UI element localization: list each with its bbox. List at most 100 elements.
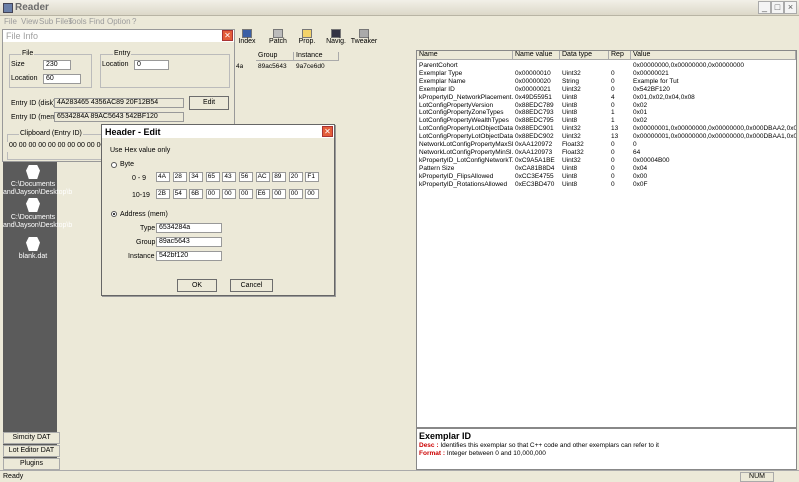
hex-byte-input[interactable]: AC bbox=[255, 172, 270, 182]
menu-find[interactable]: Find bbox=[89, 17, 105, 26]
col-rep[interactable]: Rep bbox=[609, 51, 631, 60]
table-row[interactable]: ParentCohort 0x00000000,0x00000000,0x0000… bbox=[417, 62, 796, 70]
col-data-type[interactable]: Data type bbox=[560, 51, 609, 60]
hex-byte-input[interactable]: 65 bbox=[205, 172, 220, 182]
entry-instance-cell[interactable]: 9a7ce6d0 bbox=[296, 63, 325, 70]
size-field[interactable]: 230 bbox=[43, 60, 71, 70]
hex-byte-input[interactable]: 00 bbox=[222, 189, 237, 199]
entry-type-cell[interactable]: 4a bbox=[236, 63, 243, 70]
hex-byte-input[interactable]: 2B bbox=[156, 189, 170, 199]
col-name-value[interactable]: Name value bbox=[513, 51, 560, 60]
entry-table: Group Instance 4a 89ac5643 9a7ce6d0 bbox=[236, 52, 414, 70]
address-radio[interactable] bbox=[111, 211, 117, 217]
hex-byte-input[interactable]: 00 bbox=[305, 189, 320, 199]
patch-label: Patch bbox=[269, 38, 287, 45]
entry-id-disk-field[interactable]: 4A283465 4356AC89 20F12B54 bbox=[54, 98, 184, 108]
col-name[interactable]: Name bbox=[417, 51, 513, 60]
sidebar-item-blank[interactable]: blank.dat bbox=[3, 237, 63, 261]
hex-byte-input[interactable]: 00 bbox=[205, 189, 220, 199]
hex-byte-input[interactable]: 54 bbox=[172, 189, 187, 199]
navig-button[interactable]: Navig. bbox=[324, 28, 348, 50]
menu-option[interactable]: Option bbox=[107, 17, 131, 26]
hex-byte-input[interactable]: F1 bbox=[305, 172, 320, 182]
edit-button[interactable]: Edit bbox=[189, 96, 229, 110]
table-row[interactable]: LotConfigPropertyLotObjectData 0x88EDC902… bbox=[417, 133, 796, 141]
entry-location-field[interactable]: 0 bbox=[134, 60, 169, 70]
dialog-close-button[interactable]: ✕ bbox=[322, 126, 333, 137]
hex-byte-input[interactable]: E6 bbox=[255, 189, 270, 199]
simcity-dat-button[interactable]: Simcity DAT bbox=[3, 432, 60, 444]
minimize-button[interactable]: _ bbox=[758, 1, 771, 14]
index-button[interactable]: Index bbox=[236, 28, 258, 50]
ok-button[interactable]: OK bbox=[177, 279, 217, 292]
prop-value-cell: 0x02 bbox=[633, 117, 648, 125]
table-row[interactable]: kPropertyID_FlipsAllowed 0xCC3E4755 Uint8 0… bbox=[417, 173, 796, 181]
table-row[interactable]: LotConfigPropertyWealthTypes 0x88EDC795 Ui… bbox=[417, 117, 796, 125]
table-row[interactable]: kPropertyID_NetworkPlacement... 0x49D5595… bbox=[417, 94, 796, 102]
type-label: Type bbox=[140, 225, 156, 232]
hex-byte-input[interactable]: 56 bbox=[239, 172, 253, 182]
hex-byte-input[interactable]: 89 bbox=[272, 172, 287, 182]
prop-type-cell: Uint32 bbox=[562, 85, 581, 93]
prop-rep-cell: 13 bbox=[611, 125, 619, 133]
hex-byte-input[interactable]: 4A bbox=[156, 172, 170, 182]
hex-byte-input[interactable]: 43 bbox=[222, 172, 237, 182]
hex-byte-input[interactable]: 00 bbox=[239, 189, 253, 199]
instance-input[interactable]: 542bf120 bbox=[156, 251, 222, 261]
byte-radio[interactable] bbox=[111, 162, 117, 168]
patch-button[interactable]: Patch bbox=[266, 28, 290, 50]
plugins-button[interactable]: Plugins bbox=[3, 458, 60, 470]
clipboard-field[interactable]: 00 00 00 00 00 00 00 00 00 00 bbox=[7, 142, 107, 152]
table-row[interactable]: Exemplar Name 0x00000020 String 0 Example fo… bbox=[417, 78, 796, 86]
hex-byte-input[interactable]: 28 bbox=[172, 172, 187, 182]
group-label: Group bbox=[136, 239, 156, 246]
table-row[interactable]: kPropertyID_RotationsAllowed 0xEC3BD470 Ui… bbox=[417, 181, 796, 189]
prop-rep-cell: 0 bbox=[611, 69, 615, 77]
type-input[interactable]: 6534284a bbox=[156, 223, 222, 233]
num-lock-indicator: NUM bbox=[740, 472, 774, 482]
prop-type-cell: Float32 bbox=[562, 141, 584, 148]
table-row[interactable]: NetworkLotConfigPropertyMaxSl... 0xAA1209… bbox=[417, 141, 796, 149]
col-instance[interactable]: Instance bbox=[294, 52, 339, 61]
prop-type-cell: Float32 bbox=[562, 148, 584, 156]
col-group[interactable]: Group bbox=[256, 52, 294, 61]
lot-editor-dat-button[interactable]: Lot Editor DAT bbox=[3, 445, 60, 457]
entry-id-mem-field[interactable]: 6534284A 89AC5643 542BF120 bbox=[54, 112, 184, 122]
hex-byte-input[interactable]: 00 bbox=[288, 189, 303, 199]
table-row[interactable]: LotConfigPropertyLotObjectData 0x88EDC901… bbox=[417, 125, 796, 133]
row1-label: 0 - 9 bbox=[132, 175, 147, 182]
table-row[interactable]: NetworkLotConfigPropertyMinSl... 0xAA1209… bbox=[417, 149, 796, 157]
hex-byte-input[interactable]: 20 bbox=[288, 172, 303, 182]
sidebar-item-label: C:\Documents and\Jayson\Desktop\b bbox=[3, 214, 73, 229]
col-value[interactable]: Value bbox=[631, 51, 796, 60]
entry-group-cell[interactable]: 89ac5643 bbox=[258, 63, 287, 70]
hex-byte-input[interactable]: 00 bbox=[272, 189, 287, 199]
table-row[interactable]: kPropertyID_LotConfigNetworkT... 0xC9A5A1… bbox=[417, 157, 796, 165]
prop-name-cell: Exemplar Type bbox=[419, 69, 463, 77]
menu-tools[interactable]: Tools bbox=[68, 17, 87, 26]
prop-id-cell: 0x88EDC901 bbox=[515, 125, 554, 133]
prop-button[interactable]: Prop. bbox=[296, 28, 318, 50]
file-location-field[interactable]: 60 bbox=[43, 74, 81, 84]
file-info-close-button[interactable]: ✕ bbox=[222, 30, 233, 41]
byte-label: Byte bbox=[120, 161, 135, 168]
sidebar-item-file1[interactable]: C:\Documents and\Jayson\Desktop\b bbox=[3, 165, 72, 197]
table-row[interactable]: Pattern Size 0xCA81B8D4 Uint8 0 0x04 bbox=[417, 165, 796, 173]
table-row[interactable]: Exemplar Type 0x00000010 Uint32 0 0x00000021 bbox=[417, 70, 796, 78]
close-window-button[interactable]: × bbox=[784, 1, 797, 14]
menu-help[interactable]: ? bbox=[132, 17, 136, 26]
table-row[interactable]: LotConfigPropertyZoneTypes 0x88EDC793 Uint… bbox=[417, 109, 796, 117]
menu-file[interactable]: File bbox=[4, 17, 17, 26]
sidebar-item-file2[interactable]: C:\Documents and\Jayson\Desktop\b bbox=[3, 198, 72, 230]
group-input[interactable]: 89ac5643 bbox=[156, 237, 222, 247]
maximize-button[interactable]: □ bbox=[771, 1, 784, 14]
table-row[interactable]: Exemplar ID 0x00000021 Uint32 0 0x542BF120 bbox=[417, 86, 796, 94]
table-row[interactable]: LotConfigPropertyVersion 0x88EDC789 Uint8 0… bbox=[417, 102, 796, 110]
tweaker-button[interactable]: Tweaker bbox=[350, 28, 378, 50]
index-label: Index bbox=[238, 38, 256, 45]
menu-view[interactable]: View bbox=[21, 17, 38, 26]
hex-byte-input[interactable]: 34 bbox=[189, 172, 204, 182]
hex-byte-input[interactable]: 6B bbox=[189, 189, 204, 199]
menu-bar: File View Sub Files Tools Find Option ? bbox=[0, 16, 799, 28]
cancel-button[interactable]: Cancel bbox=[230, 279, 273, 292]
